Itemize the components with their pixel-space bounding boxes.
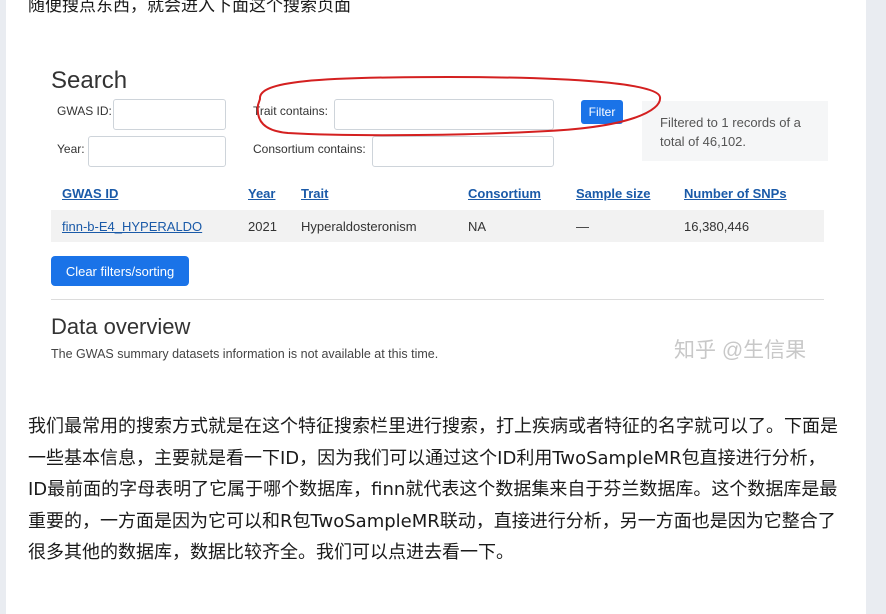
year-input[interactable] <box>88 136 226 167</box>
gwas-id-input[interactable] <box>113 99 226 130</box>
filter-result-note: Filtered to 1 records of a total of 46,1… <box>642 101 828 161</box>
column-header-trait[interactable]: Trait <box>301 186 328 201</box>
data-overview-heading: Data overview <box>51 314 191 339</box>
article-body: 随便搜点东西，就会进入下面这个搜索页面 Search GWAS ID: Year… <box>6 0 866 614</box>
trait-cell: Hyperaldosteronism <box>301 219 417 234</box>
embedded-screenshot: Search GWAS ID: Year: Trait contains: Co… <box>34 55 834 380</box>
snps-cell: 16,380,446 <box>684 219 750 234</box>
column-header-consortium[interactable]: Consortium <box>468 186 541 201</box>
article-paragraph: 我们最常用的搜索方式就是在这个特征搜索栏里进行搜索，打上疾病或者特征的名字就可以… <box>28 416 838 564</box>
zhihu-watermark: 知乎 @生信果 <box>674 339 807 362</box>
consortium-cell: NA <box>468 219 487 234</box>
data-overview-text: The GWAS summary datasets information is… <box>51 347 439 361</box>
gwas-id-label: GWAS ID: <box>57 104 112 118</box>
section-divider <box>51 299 824 300</box>
column-header-gwas-id[interactable]: GWAS ID <box>62 186 118 201</box>
page-margin-right <box>866 0 886 614</box>
red-annotation-ellipse <box>256 75 662 137</box>
column-header-sample-size[interactable]: Sample size <box>576 186 650 201</box>
sample-size-cell: — <box>576 219 589 234</box>
table-row: finn-b-E4_HYPERALDO 2021 Hyperaldosteron… <box>51 210 824 242</box>
year-cell: 2021 <box>248 219 277 234</box>
column-header-number-of-snps[interactable]: Number of SNPs <box>684 186 787 201</box>
year-label: Year: <box>57 142 85 156</box>
clear-filters-button[interactable]: Clear filters/sorting <box>51 256 189 286</box>
article-top-line: 随便搜点东西，就会进入下面这个搜索页面 <box>28 0 351 16</box>
gwas-id-link[interactable]: finn-b-E4_HYPERALDO <box>62 219 202 234</box>
search-heading: Search <box>51 67 128 94</box>
column-header-year[interactable]: Year <box>248 186 275 201</box>
